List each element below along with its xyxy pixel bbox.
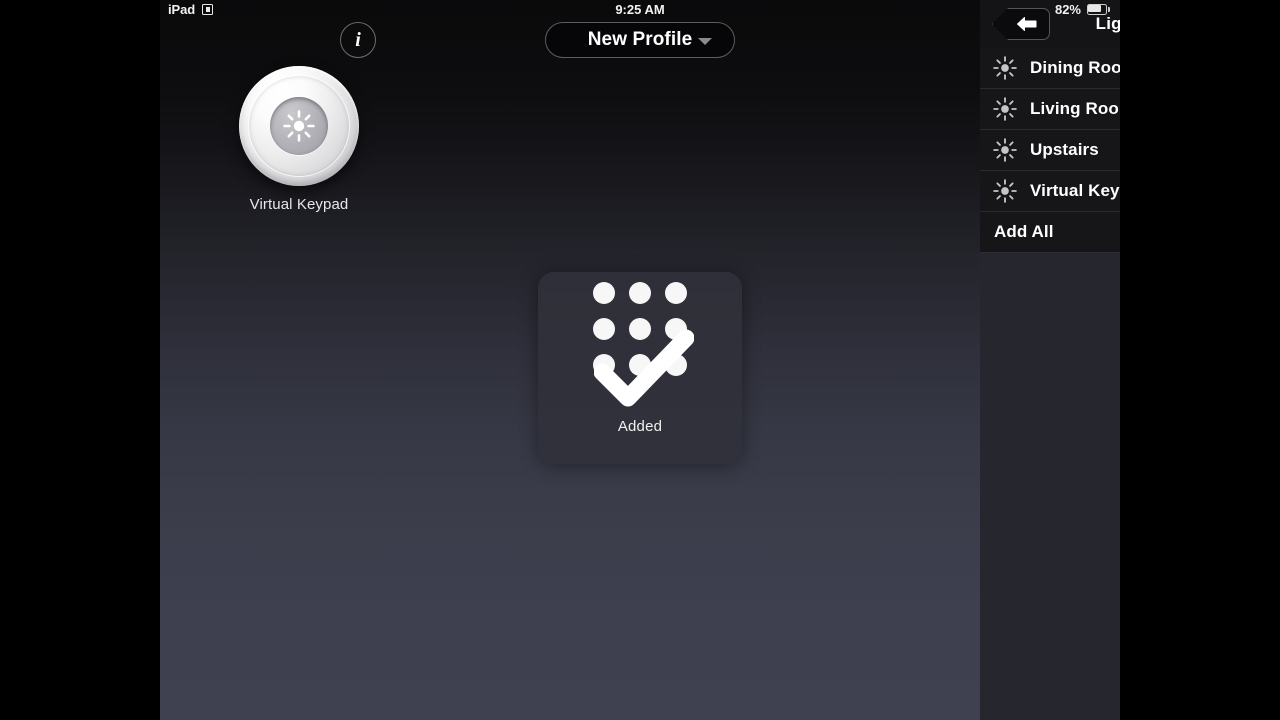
sidebar-device-row[interactable]: Virtual Keypad	[980, 171, 1120, 212]
sidebar-device-label: Virtual Keypad	[1030, 181, 1120, 200]
add-all-row[interactable]: Add All	[980, 212, 1120, 253]
keypad-checkmark-icon	[538, 272, 742, 418]
sidebar-device-label: Dining Room Dimm...	[1030, 58, 1120, 77]
brightness-sun-icon	[993, 56, 1017, 80]
brightness-sun-icon	[993, 138, 1017, 162]
ios-status-bar: iPad 9:25 AM 82%	[160, 0, 1120, 22]
device-tile-virtual-keypad[interactable]: Virtual Keypad	[200, 66, 398, 213]
battery-percent-label: 82%	[1054, 2, 1081, 17]
add-all-label: Add All	[994, 222, 1054, 241]
sidebar-device-label: Upstairs	[1030, 140, 1099, 159]
brightness-sun-icon	[993, 179, 1017, 203]
brightness-sun-icon	[992, 137, 1022, 163]
status-bar-right: 82%	[1055, 2, 1110, 17]
keypad-dot	[593, 282, 615, 304]
brightness-sun-icon	[992, 178, 1022, 204]
brightness-sun-icon	[283, 110, 315, 142]
dial-center	[270, 97, 328, 155]
brightness-sun-icon	[992, 96, 1022, 122]
brightness-sun-icon	[993, 97, 1017, 121]
toast-label: Added	[617, 418, 663, 435]
clock-label: 9:25 AM	[615, 2, 665, 17]
device-tile-label: Virtual Keypad	[249, 196, 349, 213]
lighting-sidebar: Lighting Dining Room Dimm...Living Room …	[980, 0, 1120, 720]
sidebar-device-row[interactable]: Dining Room Dimm...	[980, 48, 1120, 89]
profile-dropdown-label: New Profile	[587, 29, 693, 50]
sidebar-device-row[interactable]: Upstairs	[980, 130, 1120, 171]
chevron-down-icon	[698, 38, 712, 45]
app-viewport: i New Profile Virtual Keypad Added Lig D…	[160, 0, 1120, 720]
checkmark-icon	[594, 329, 694, 407]
sidebar-device-list: Dining Room Dimm... Living Room Dimmer Ups…	[980, 48, 1120, 212]
added-toast: Added	[538, 272, 742, 464]
sidebar-device-label: Living Room Dimmer	[1030, 99, 1120, 118]
battery-icon	[1087, 4, 1110, 15]
profile-canvas[interactable]: i New Profile Virtual Keypad Added	[160, 0, 980, 720]
info-button[interactable]: i	[340, 22, 376, 58]
sidebar-device-row[interactable]: Living Room Dimmer	[980, 89, 1120, 130]
profile-dropdown-button[interactable]: New Profile	[545, 22, 735, 58]
dial-graphic	[239, 66, 359, 186]
info-icon: i	[355, 28, 361, 51]
keypad-dot	[629, 282, 651, 304]
brightness-sun-icon	[992, 55, 1022, 81]
keypad-dot	[665, 282, 687, 304]
